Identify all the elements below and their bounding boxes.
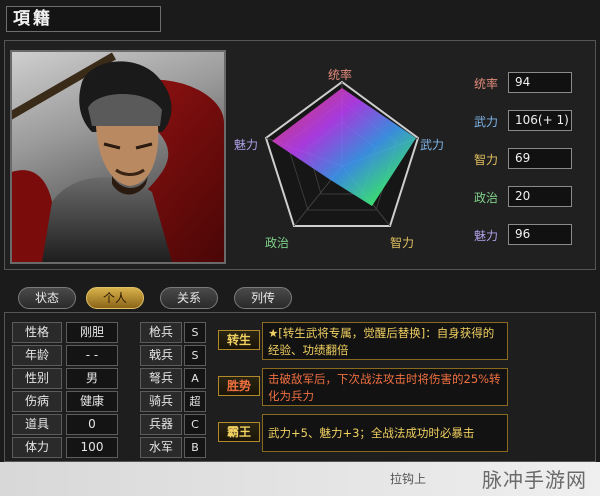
troop-label: 戟兵 <box>140 345 182 366</box>
info-row-personality: 性格 刚胆 <box>12 322 118 343</box>
troop-row-halberd: 戟兵 S <box>140 345 206 366</box>
stat-label: 武力 <box>473 115 498 129</box>
troop-label: 弩兵 <box>140 368 182 389</box>
stat-label: 智力 <box>473 153 498 167</box>
tab-relations[interactable]: 关系 <box>160 287 218 309</box>
skill-desc-overlord: 武力+5、魅力+3；全战法成功时必暴击 <box>262 414 508 452</box>
troop-grade: B <box>184 437 206 458</box>
info-row-gender: 性别 男 <box>12 368 118 389</box>
troop-row-spear: 枪兵 S <box>140 322 206 343</box>
troop-grade: 超 <box>184 391 206 412</box>
stat-label: 政治 <box>473 191 498 205</box>
info-label: 伤病 <box>12 391 62 412</box>
watermark-logo-text: 脉冲手游网 <box>482 468 587 492</box>
stat-value: 94 <box>508 72 572 93</box>
troop-row-cavalry: 骑兵 超 <box>140 391 206 412</box>
tab-personal[interactable]: 个人 <box>86 287 144 309</box>
troop-label: 骑兵 <box>140 391 182 412</box>
info-value: 男 <box>66 368 118 389</box>
info-label: 道具 <box>12 414 62 435</box>
skill-tag-overlord[interactable]: 霸王 <box>218 422 260 442</box>
info-row-stamina: 体力 100 <box>12 437 118 458</box>
troop-label: 水军 <box>140 437 182 458</box>
troop-grade: A <box>184 368 206 389</box>
info-label: 性格 <box>12 322 62 343</box>
troop-row-crossbow: 弩兵 A <box>140 368 206 389</box>
stat-label: 魅力 <box>473 229 498 243</box>
stat-value: 69 <box>508 148 572 169</box>
radar-label-charm: 魅力 <box>234 138 259 152</box>
stat-value: 106(+ 1) <box>508 110 572 131</box>
watermark-small: 拉钩上 <box>390 472 427 486</box>
tab-bar: 状态 个人 关系 列传 <box>4 284 596 310</box>
info-row-items: 道具 0 <box>12 414 118 435</box>
tab-status[interactable]: 状态 <box>18 287 76 309</box>
troop-row-siege: 兵器 C <box>140 414 206 435</box>
stat-label: 统率 <box>473 77 498 91</box>
stat-row-command: 统率 94 <box>468 72 578 94</box>
troop-row-navy: 水军 B <box>140 437 206 458</box>
radar-label-force: 武力 <box>420 138 445 152</box>
stat-row-intellect: 智力 69 <box>468 148 578 170</box>
general-portrait <box>10 50 226 264</box>
info-row-age: 年龄 - - <box>12 345 118 366</box>
stat-row-force: 武力 106(+ 1) <box>468 110 578 132</box>
skill-desc-momentum: 击破敌军后，下次战法攻击时将伤害的25%转化为兵力 <box>262 368 508 406</box>
radar-label-politics: 政治 <box>265 236 290 250</box>
info-label: 年龄 <box>12 345 62 366</box>
info-row-health: 伤病 健康 <box>12 391 118 412</box>
stat-row-charm: 魅力 96 <box>468 224 578 246</box>
radar-label-intellect: 智力 <box>390 236 415 250</box>
portrait-illustration <box>12 52 224 262</box>
troop-grade: C <box>184 414 206 435</box>
info-value: 0 <box>66 414 118 435</box>
stat-row-politics: 政治 20 <box>468 186 578 208</box>
general-name: 項籍 <box>6 6 161 32</box>
info-value: - - <box>66 345 118 366</box>
troop-label: 枪兵 <box>140 322 182 343</box>
info-value: 100 <box>66 437 118 458</box>
info-label: 体力 <box>12 437 62 458</box>
stat-value: 96 <box>508 224 572 245</box>
skill-tag-momentum[interactable]: 胜势 <box>218 376 260 396</box>
stat-value: 20 <box>508 186 572 207</box>
radar-label-command: 统率 <box>328 68 353 82</box>
troop-grade: S <box>184 322 206 343</box>
tab-biography[interactable]: 列传 <box>234 287 292 309</box>
info-label: 性别 <box>12 368 62 389</box>
skill-desc-rebirth: ★[转生武将专属，觉醒后替换]：自身获得的经验、功绩翻倍 <box>262 322 508 360</box>
troop-grade: S <box>184 345 206 366</box>
troop-label: 兵器 <box>140 414 182 435</box>
info-value: 刚胆 <box>66 322 118 343</box>
attribute-radar: 统率 武力 智力 政治 魅力 <box>232 60 452 250</box>
info-value: 健康 <box>66 391 118 412</box>
skill-tag-rebirth[interactable]: 转生 <box>218 330 260 350</box>
